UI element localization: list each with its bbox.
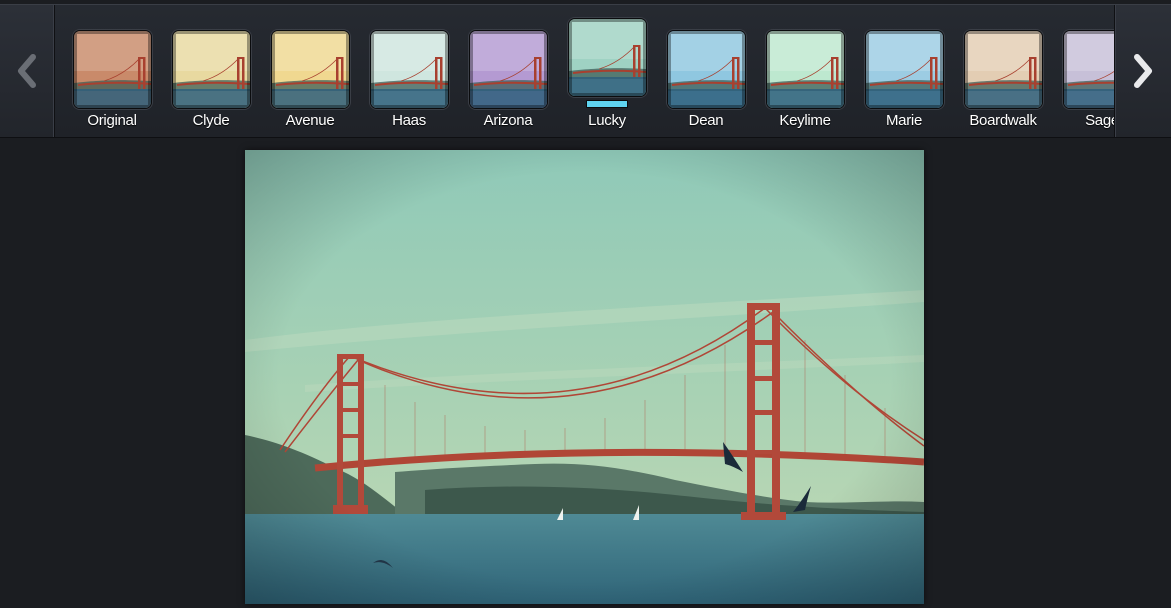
- filter-preview-image: [469, 30, 548, 109]
- filter-label: Haas: [392, 112, 426, 129]
- filter-label: Lucky: [588, 112, 626, 129]
- filter-thumb-haas[interactable]: Haas: [369, 5, 449, 137]
- filter-thumb-avenue[interactable]: Avenue: [270, 5, 350, 137]
- filter-label: Dean: [688, 112, 724, 129]
- filter-thumbnails: Original Clyde Avenue Haas Arizona Lucky Dean K…: [55, 5, 1115, 137]
- filter-label: Arizona: [483, 112, 533, 129]
- golden-gate-bridge-photo: [245, 150, 924, 604]
- filter-strip: Original Clyde Avenue Haas Arizona Lucky Dean K…: [0, 4, 1171, 138]
- previous-filters-button[interactable]: [0, 5, 55, 137]
- filter-thumb-arizona[interactable]: Arizona: [468, 5, 548, 137]
- chevron-right-icon: [1134, 54, 1152, 88]
- filter-preview-image: [667, 30, 746, 109]
- filter-thumb-original[interactable]: Original: [72, 5, 152, 137]
- filter-thumb-marie[interactable]: Marie: [864, 5, 944, 137]
- filter-preview-image: [172, 30, 251, 109]
- filter-preview-image: [370, 30, 449, 109]
- filter-thumb-boardwalk[interactable]: Boardwalk: [963, 5, 1043, 137]
- filter-label: Original: [87, 112, 137, 129]
- selected-indicator: [586, 100, 628, 108]
- photo-preview: [245, 150, 924, 604]
- filter-preview-image: [766, 30, 845, 109]
- filter-thumb-keylime[interactable]: Keylime: [765, 5, 845, 137]
- filter-preview-image: [73, 30, 152, 109]
- filter-thumb-sage[interactable]: Sage: [1062, 5, 1115, 137]
- filter-label: Avenue: [285, 112, 335, 129]
- filter-preview-image: [964, 30, 1043, 109]
- filter-label: Boardwalk: [969, 112, 1037, 129]
- chevron-left-icon: [18, 54, 36, 88]
- photo-filter-app: Original Clyde Avenue Haas Arizona Lucky Dean K…: [0, 0, 1171, 608]
- filter-preview-image: [271, 30, 350, 109]
- filter-thumb-lucky[interactable]: Lucky: [567, 5, 647, 137]
- filter-preview-image: [865, 30, 944, 109]
- filter-label: Keylime: [779, 112, 831, 129]
- filter-preview-image: [568, 18, 647, 97]
- filter-label: Sage: [1085, 112, 1115, 129]
- filter-preview-image: [1063, 30, 1115, 109]
- filter-thumb-dean[interactable]: Dean: [666, 5, 746, 137]
- filter-label: Clyde: [192, 112, 230, 129]
- next-filters-button[interactable]: [1114, 5, 1171, 137]
- filter-thumb-clyde[interactable]: Clyde: [171, 5, 251, 137]
- filter-label: Marie: [885, 112, 922, 129]
